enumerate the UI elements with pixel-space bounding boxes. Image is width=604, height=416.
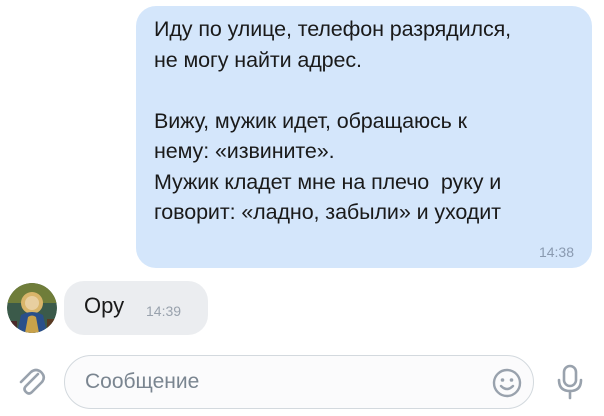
smiley-icon[interactable]	[491, 367, 523, 399]
outgoing-message-text: Иду по улице, телефон разрядился, не мог…	[154, 17, 512, 224]
chat-view: Иду по улице, телефон разрядился, не мог…	[0, 0, 604, 416]
incoming-message-text: Ору	[84, 293, 125, 318]
paperclip-icon[interactable]	[14, 364, 50, 400]
outgoing-message-bubble[interactable]: Иду по улице, телефон разрядился, не мог…	[136, 6, 592, 268]
outgoing-message-time: 14:38	[538, 244, 574, 260]
message-input[interactable]: Сообщение	[64, 355, 534, 409]
message-composer: Сообщение	[0, 348, 604, 416]
avatar-image	[7, 283, 57, 333]
microphone-icon[interactable]	[552, 362, 588, 402]
message-input-placeholder: Сообщение	[85, 370, 200, 393]
incoming-message-time: 14:39	[146, 303, 182, 319]
avatar[interactable]	[7, 283, 57, 333]
incoming-message-bubble[interactable]: Ору 14:39	[64, 281, 208, 335]
